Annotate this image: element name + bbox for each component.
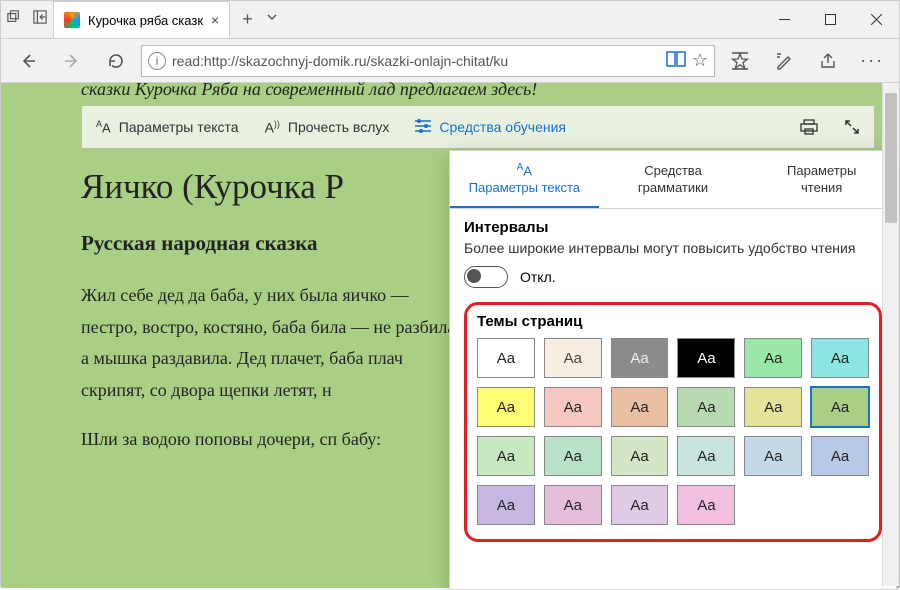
notes-icon[interactable] — [765, 43, 803, 79]
intervals-title: Интервалы — [464, 219, 882, 236]
theme-swatch[interactable]: Aa — [744, 436, 802, 476]
theme-swatch[interactable]: Aa — [611, 436, 669, 476]
theme-swatch[interactable]: Aa — [811, 436, 869, 476]
fullscreen-button[interactable] — [844, 119, 860, 135]
learning-tools-icon — [415, 119, 431, 136]
minimize-button[interactable] — [761, 1, 807, 38]
url-input[interactable] — [172, 53, 660, 69]
theme-swatch[interactable]: Aa — [544, 387, 602, 427]
article-paragraph: Шли за водою поповы дочери, сп бабу: — [81, 424, 461, 456]
tab-chevron-icon[interactable] — [265, 10, 279, 29]
close-tab-icon[interactable]: × — [211, 12, 219, 28]
theme-swatch[interactable]: Aa — [611, 387, 669, 427]
tab-title: Курочка ряба сказк — [88, 13, 203, 28]
more-icon[interactable]: ··· — [853, 43, 891, 79]
favorites-hub-icon[interactable] — [721, 43, 759, 79]
expand-icon — [844, 119, 860, 135]
favorite-star-icon[interactable]: ☆ — [692, 50, 708, 71]
theme-swatch[interactable]: Aa — [611, 485, 669, 525]
reading-toolbar: AA Параметры текста A)) Прочесть вслух С… — [81, 105, 875, 149]
theme-swatch[interactable]: Aa — [677, 485, 735, 525]
tab-label: грамматики — [638, 180, 708, 195]
scrollbar-thumb[interactable] — [885, 93, 897, 223]
intervals-state: Откл. — [520, 269, 556, 285]
theme-swatch[interactable]: Aa — [744, 387, 802, 427]
panel-tabs: AA Параметры текста Средства грамматики … — [450, 151, 896, 209]
back-button[interactable] — [9, 43, 47, 79]
text-options-label: Параметры текста — [119, 119, 239, 135]
tab-label: Параметры — [787, 163, 856, 178]
text-options-button[interactable]: AA Параметры текста — [96, 119, 239, 135]
titlebar: Курочка ряба сказк × + — [1, 1, 899, 39]
reading-view-icon[interactable] — [666, 51, 686, 70]
theme-swatch[interactable]: Aa — [811, 387, 869, 427]
theme-swatch[interactable]: Aa — [611, 338, 669, 378]
theme-swatch[interactable]: Aa — [811, 338, 869, 378]
viewport: сказки Курочка Ряба на современный лад п… — [1, 83, 899, 588]
close-window-button[interactable] — [853, 1, 899, 38]
maximize-button[interactable] — [807, 1, 853, 38]
article-paragraph: Жил себе дед да баба, у них была яичко —… — [81, 280, 461, 406]
tab-reading-prefs[interactable]: Параметры чтения — [747, 151, 896, 208]
learning-tools-panel: AA Параметры текста Средства грамматики … — [449, 150, 897, 590]
window-controls — [761, 1, 899, 38]
share-icon[interactable] — [809, 43, 847, 79]
learning-tools-button[interactable]: Средства обучения — [415, 119, 566, 136]
intervals-desc: Более широкие интервалы могут повысить у… — [464, 240, 882, 256]
theme-swatch[interactable]: Aa — [677, 436, 735, 476]
intervals-toggle[interactable] — [464, 266, 508, 288]
tab-label: Параметры текста — [469, 180, 580, 195]
theme-swatch[interactable]: Aa — [477, 485, 535, 525]
print-icon — [800, 119, 818, 135]
windows-cascade-icon[interactable] — [7, 10, 21, 29]
site-info-icon[interactable]: i — [148, 52, 166, 70]
tab-label: чтения — [801, 180, 842, 195]
theme-swatch[interactable]: Aa — [477, 387, 535, 427]
address-bar: i ☆ ··· — [1, 39, 899, 83]
theme-swatch[interactable]: Aa — [677, 387, 735, 427]
theme-swatch-grid: AaAaAaAaAaAaAaAaAaAaAaAaAaAaAaAaAaAaAaAa… — [477, 338, 869, 525]
theme-swatch[interactable]: Aa — [477, 338, 535, 378]
new-tab-icon[interactable]: + — [242, 9, 253, 30]
text-size-icon: AA — [517, 162, 532, 178]
browser-tab[interactable]: Курочка ряба сказк × — [53, 1, 230, 38]
tab-strip: Курочка ряба сказк × + — [1, 1, 761, 38]
favicon-icon — [64, 12, 80, 28]
print-button[interactable] — [800, 119, 818, 135]
read-aloud-icon: A)) — [265, 119, 280, 136]
tab-label: Средства — [644, 163, 702, 178]
theme-swatch[interactable]: Aa — [544, 338, 602, 378]
learning-tools-label: Средства обучения — [439, 119, 566, 135]
themes-highlight: Темы страниц AaAaAaAaAaAaAaAaAaAaAaAaAaA… — [464, 302, 882, 542]
read-aloud-label: Прочесть вслух — [288, 119, 389, 135]
set-aside-icon[interactable] — [33, 10, 47, 29]
clipped-text: сказки Курочка Ряба на современный лад п… — [81, 79, 537, 100]
tab-actions: + — [230, 1, 291, 38]
tab-grammar[interactable]: Средства грамматики — [599, 151, 748, 208]
url-box[interactable]: i ☆ — [141, 45, 715, 77]
tab-pre-icons — [1, 1, 53, 38]
theme-swatch[interactable]: Aa — [544, 436, 602, 476]
theme-swatch[interactable]: Aa — [544, 485, 602, 525]
tab-text-options[interactable]: AA Параметры текста — [450, 151, 599, 208]
vertical-scrollbar[interactable] — [882, 83, 899, 586]
text-size-icon: AA — [96, 119, 111, 135]
theme-swatch[interactable]: Aa — [744, 338, 802, 378]
themes-title: Темы страниц — [477, 313, 869, 330]
theme-swatch[interactable]: Aa — [677, 338, 735, 378]
forward-button[interactable] — [53, 43, 91, 79]
read-aloud-button[interactable]: A)) Прочесть вслух — [265, 119, 390, 136]
theme-swatch[interactable]: Aa — [477, 436, 535, 476]
refresh-button[interactable] — [97, 43, 135, 79]
panel-body: Интервалы Более широкие интервалы могут … — [450, 209, 896, 552]
